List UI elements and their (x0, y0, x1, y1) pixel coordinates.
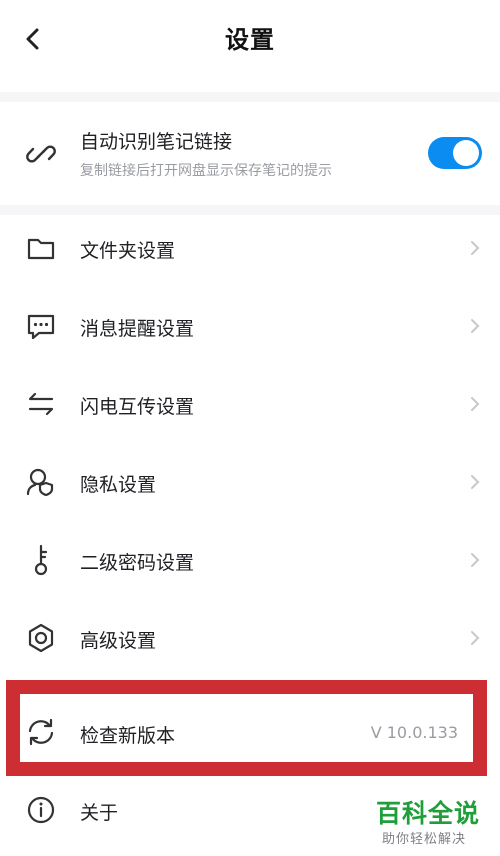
chevron-right-icon (471, 475, 480, 489)
folder-icon (27, 238, 55, 260)
menu-label: 消息提醒设置 (80, 318, 195, 340)
menu-item-message[interactable]: 消息提醒设置 (0, 287, 500, 365)
menu-item-advanced[interactable]: 高级设置 (0, 599, 500, 677)
section-divider (0, 92, 500, 102)
chevron-right-icon (471, 397, 480, 411)
auto-link-label: 自动识别笔记链接 (80, 131, 233, 153)
menu-label: 文件夹设置 (80, 240, 176, 262)
menu-item-folder[interactable]: 文件夹设置 (0, 209, 500, 287)
gear-icon (28, 623, 54, 653)
page-title: 设置 (225, 26, 275, 54)
chevron-right-icon (471, 241, 480, 255)
chevron-right-icon (471, 319, 480, 333)
auto-link-toggle[interactable] (428, 137, 482, 169)
menu-item-privacy[interactable]: 隐私设置 (0, 443, 500, 521)
watermark-subtitle: 助你轻松解决 (382, 832, 467, 847)
chevron-right-icon (471, 553, 480, 567)
key-icon (34, 544, 48, 576)
header: 设置 (0, 0, 500, 80)
transfer-arrows-icon (28, 392, 54, 416)
auto-link-description: 复制链接后打开网盘显示保存笔记的提示 (80, 163, 332, 179)
menu-label: 关于 (80, 802, 119, 824)
menu-item-secondary-password[interactable]: 二级密码设置 (0, 521, 500, 599)
toggle-knob (453, 140, 479, 166)
menu-label: 隐私设置 (80, 474, 157, 496)
auto-link-row: 自动识别笔记链接 复制链接后打开网盘显示保存笔记的提示 (0, 115, 500, 205)
watermark-title: 百科全说 (376, 799, 481, 828)
link-icon (26, 145, 56, 163)
menu-item-flash-transfer[interactable]: 闪电互传设置 (0, 365, 500, 443)
menu-label: 闪电互传设置 (80, 396, 195, 418)
chevron-right-icon (471, 631, 480, 645)
privacy-user-shield-icon (26, 468, 54, 497)
menu-label: 二级密码设置 (80, 552, 195, 574)
highlight-frame (6, 680, 487, 776)
info-icon (27, 796, 55, 824)
message-icon (27, 314, 55, 340)
menu-label: 高级设置 (80, 630, 157, 652)
